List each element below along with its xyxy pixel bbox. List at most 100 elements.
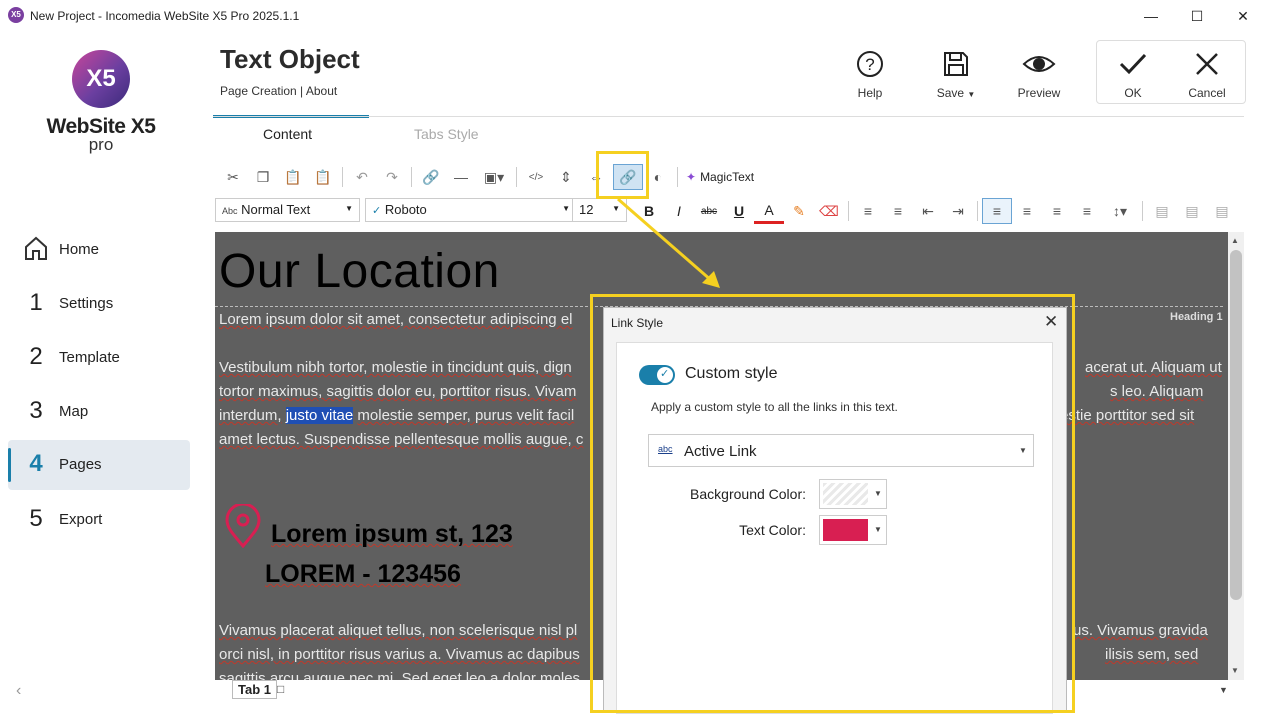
space-both-icon[interactable]: ▤: [1207, 198, 1237, 224]
paste-text-icon[interactable]: 📋: [308, 164, 338, 190]
nav-item-home[interactable]: Home: [8, 225, 190, 275]
tab-content[interactable]: Content: [263, 126, 312, 142]
style-icon: Abc: [222, 206, 238, 216]
collapse-sidebar-icon[interactable]: ‹: [16, 682, 21, 700]
image-icon[interactable]: ▣▾: [476, 164, 512, 190]
tab-tabs-style[interactable]: Tabs Style: [414, 126, 479, 142]
separator: [677, 167, 678, 187]
address-line-2: LOREM - 123456: [265, 560, 461, 588]
x-icon: [1171, 48, 1243, 80]
map-pin-icon: [223, 502, 263, 553]
separator: [1142, 201, 1143, 221]
nav-item-template[interactable]: 2 Template: [8, 333, 190, 383]
close-icon[interactable]: ✕: [1220, 0, 1266, 32]
outdent-icon[interactable]: ⇤: [913, 198, 943, 224]
paragraph-2-line-3-end: estie porttitor sed sit: [1060, 407, 1195, 424]
separator: [342, 167, 343, 187]
separator: [516, 167, 517, 187]
ok-button[interactable]: OK: [1097, 48, 1169, 100]
maximize-icon[interactable]: ☐: [1174, 0, 1220, 32]
separator: [411, 167, 412, 187]
title-bar: X5 New Project - Incomedia WebSite X5 Pr…: [0, 0, 1266, 32]
font-color-icon[interactable]: A: [754, 198, 784, 224]
sparkle-icon: ✦: [686, 170, 697, 184]
line-height-icon[interactable]: ↕▾: [1102, 198, 1138, 224]
paragraph-3-line-2: orci nisl, in porttitor risus varius a. …: [219, 646, 580, 663]
scroll-up-icon[interactable]: ▲: [1231, 236, 1239, 245]
underline-button[interactable]: U: [724, 198, 754, 224]
svg-text:?: ?: [865, 55, 874, 74]
address-line-1: Lorem ipsum st, 123: [271, 520, 513, 548]
separator: [977, 201, 978, 221]
callout-arrow: [596, 197, 726, 297]
help-icon: ?: [834, 48, 906, 80]
nav-label: Template: [59, 349, 120, 366]
numbered-list-icon[interactable]: ≡: [883, 198, 913, 224]
text-span: molestie semper, purus velit facil: [357, 407, 575, 424]
magictext-label: MagicText: [700, 170, 755, 184]
scrollbar-thumb[interactable]: [1230, 250, 1242, 600]
check-icon: ✓: [372, 205, 382, 217]
paste-icon[interactable]: 📋: [278, 164, 308, 190]
nav-number: 5: [29, 505, 43, 532]
save-label: Save: [936, 86, 965, 100]
link-icon[interactable]: 🔗: [416, 164, 446, 190]
nav-label: Export: [59, 511, 103, 528]
horizontal-line-icon[interactable]: —: [446, 164, 476, 190]
help-label: Help: [857, 86, 883, 100]
highlight-color-icon[interactable]: ✎: [784, 198, 814, 224]
help-button[interactable]: ? Help: [834, 48, 906, 100]
nav-item-map[interactable]: 3 Map: [8, 387, 190, 437]
copy-icon[interactable]: ❐: [248, 164, 278, 190]
sidebar: X5 WebSite X5 pro Home 1 Settings 2 Temp…: [0, 32, 200, 713]
preview-button[interactable]: Preview: [1003, 48, 1075, 100]
add-tab-icon[interactable]: □: [277, 682, 284, 696]
tab-1[interactable]: Tab 1: [232, 680, 277, 699]
nav-item-pages[interactable]: 4 Pages: [8, 440, 190, 490]
nav-item-export[interactable]: 5 Export: [8, 495, 190, 545]
indent-icon[interactable]: ⇥: [943, 198, 973, 224]
paragraph-3-line-1-end: us. Vivamus gravida: [1073, 622, 1208, 639]
chevron-down-icon: ▼: [562, 204, 570, 213]
cancel-button[interactable]: Cancel: [1171, 48, 1243, 100]
space-before-icon[interactable]: ▤: [1147, 198, 1177, 224]
nav-number: 3: [29, 397, 43, 424]
size-value: 12: [579, 202, 594, 217]
cut-icon[interactable]: ✂: [218, 164, 248, 190]
magictext-button[interactable]: ✦ MagicText: [682, 164, 758, 190]
align-left-icon[interactable]: ≡: [982, 198, 1012, 224]
page-title: Text Object: [220, 44, 360, 74]
vertical-space-icon[interactable]: ⇕: [551, 164, 581, 190]
paragraph-2-line-3: interdum, justo vitae molestie semper, p…: [219, 404, 574, 428]
heading-text: Our Location: [219, 245, 500, 298]
eye-icon: [1003, 48, 1075, 80]
style-value: Normal Text: [241, 202, 311, 217]
highlight-box-dialog: [590, 294, 1075, 713]
chevron-down-icon[interactable]: ▼: [1219, 685, 1228, 695]
space-after-icon[interactable]: ▤: [1177, 198, 1207, 224]
nav-item-settings[interactable]: 1 Settings: [8, 279, 190, 329]
minimize-icon[interactable]: —: [1128, 0, 1174, 32]
undo-icon[interactable]: ↶: [347, 164, 377, 190]
save-button[interactable]: Save ▼: [920, 48, 992, 100]
font-family-select[interactable]: ✓ Roboto ▼: [365, 198, 577, 222]
nav-label: Map: [59, 403, 89, 420]
selected-link-text[interactable]: justo vitae: [285, 407, 354, 424]
html-code-icon[interactable]: </>: [521, 164, 551, 190]
home-icon: [24, 235, 48, 268]
nav-number: 2: [29, 343, 43, 370]
paragraph-style-select[interactable]: Abc Normal Text ▼: [215, 198, 360, 222]
bullet-list-icon[interactable]: ≡: [853, 198, 883, 224]
paragraph-1: Lorem ipsum dolor sit amet, consectetur …: [219, 311, 573, 328]
align-right-icon[interactable]: ≡: [1042, 198, 1072, 224]
eraser-icon[interactable]: ⌫: [814, 198, 844, 224]
breadcrumb: Page Creation | About: [220, 84, 338, 98]
active-indicator: [8, 448, 11, 482]
paragraph-2-line-1-end: acerat ut. Aliquam ut: [1085, 359, 1222, 376]
scroll-down-icon[interactable]: ▼: [1231, 666, 1239, 675]
align-justify-icon[interactable]: ≡: [1072, 198, 1102, 224]
paragraph-2-line-2-end: s leo. Aliquam: [1110, 383, 1204, 400]
save-icon: [920, 48, 992, 80]
align-center-icon[interactable]: ≡: [1012, 198, 1042, 224]
redo-icon[interactable]: ↷: [377, 164, 407, 190]
